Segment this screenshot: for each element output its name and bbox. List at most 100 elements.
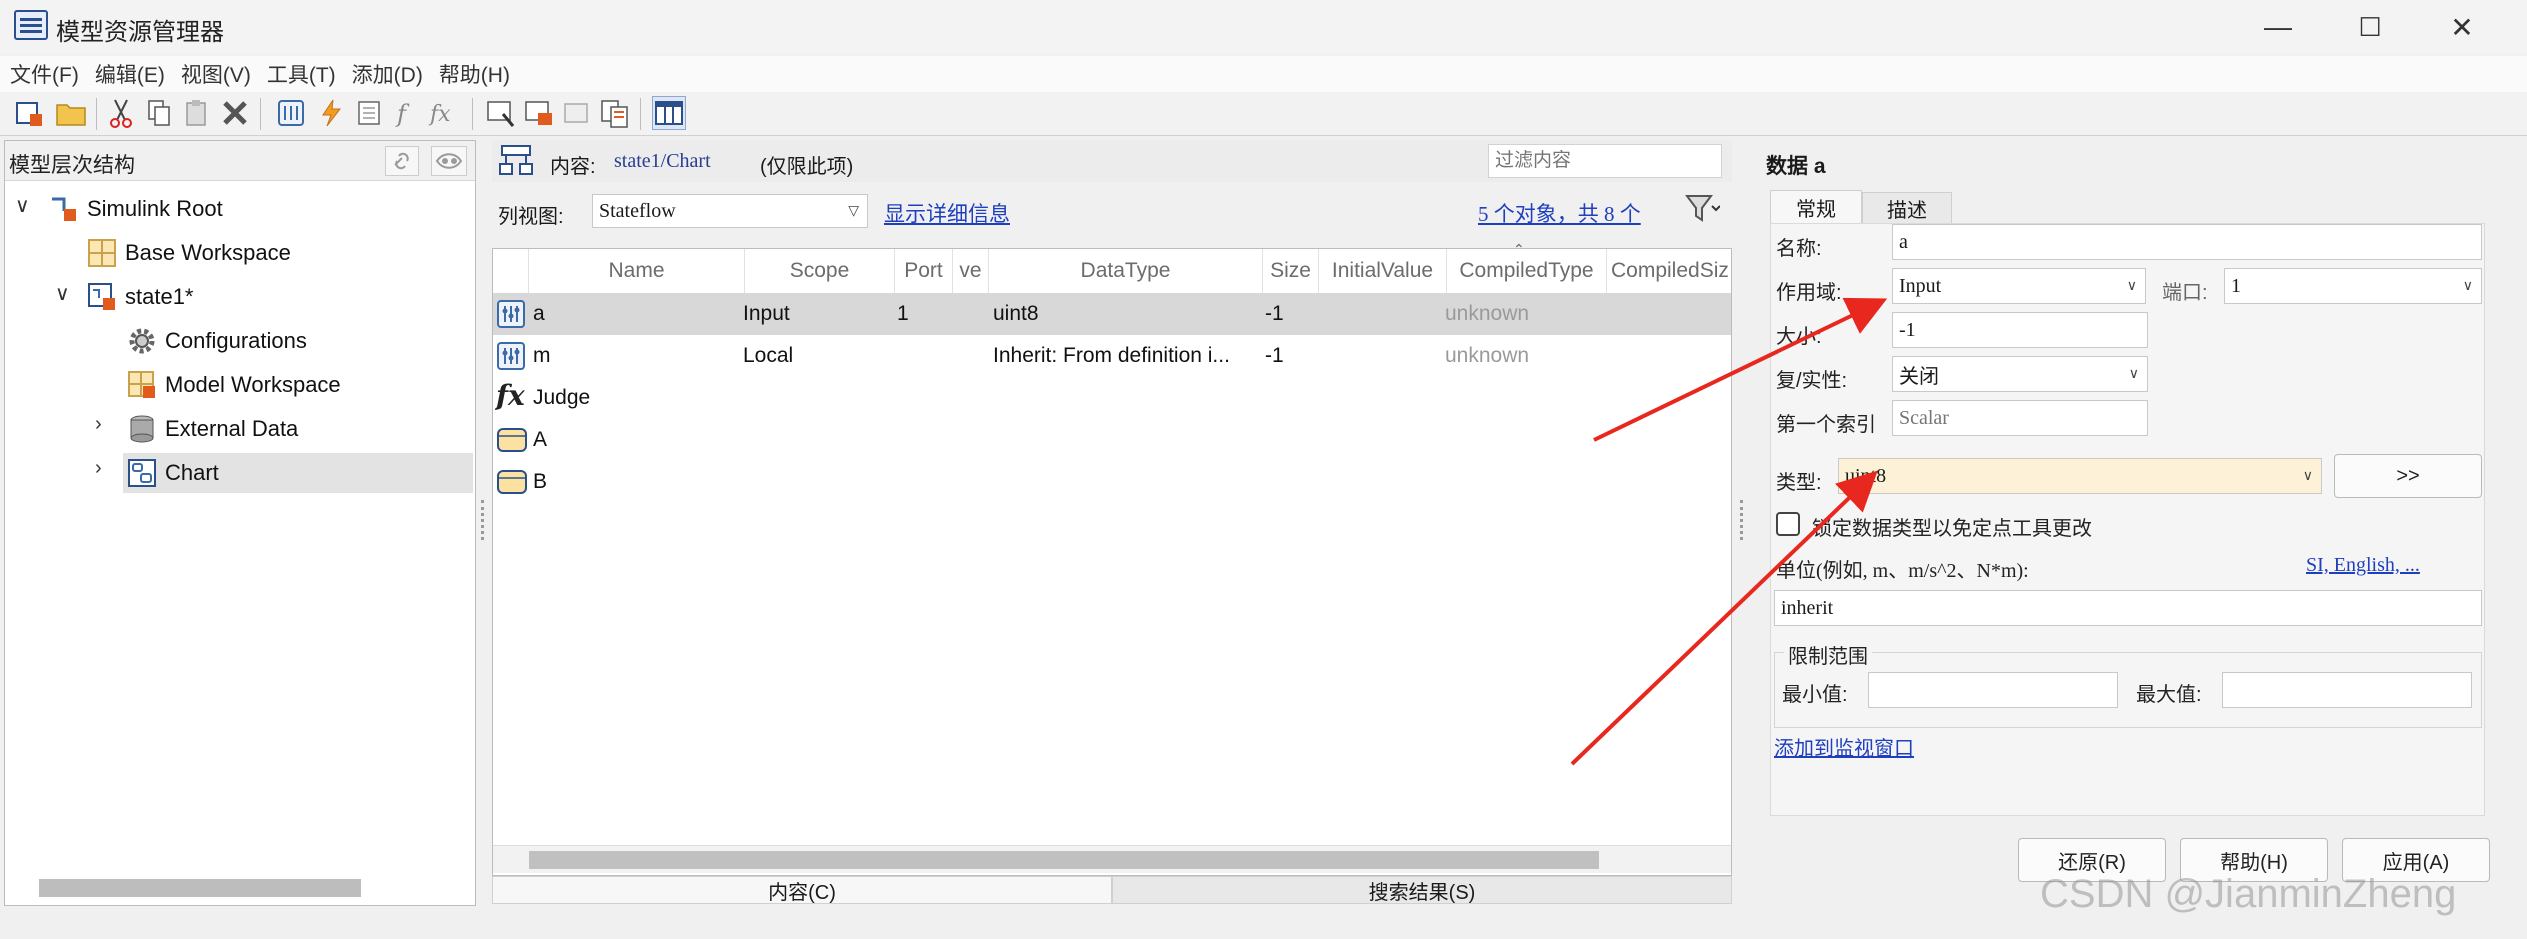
column-header-port[interactable]: Port [895,249,953,293]
column-header-scope[interactable]: Scope [745,249,895,293]
expand-chevron-icon[interactable]: ∨ [55,281,70,306]
unit-field[interactable]: inherit [1774,590,2482,626]
tree-item-label: Model Workspace [165,372,341,397]
menu-add[interactable]: 添加(D) [352,59,423,89]
sort-ascending-icon: ⌃ [1513,241,1525,257]
splitter-handle[interactable] [481,500,485,540]
tab-search-results[interactable]: 搜索结果(S) [1112,876,1732,904]
close-button[interactable]: ✕ [2438,10,2486,44]
tab-description[interactable]: 描述 [1862,192,1952,224]
name-field[interactable]: a [1892,224,2482,260]
menu-help[interactable]: 帮助(H) [439,59,510,89]
show-type-assistant-button[interactable]: >> [2334,454,2482,498]
svg-text:fx: fx [428,102,451,127]
type-value: uint8 [1845,464,1887,487]
cell-initial-value [1321,335,1441,377]
tree-item-external-data[interactable]: External Data [127,409,467,449]
menu-edit[interactable]: 编辑(E) [95,59,165,89]
port-select[interactable]: 1 ∨ [2224,268,2482,304]
tab-general[interactable]: 常规 [1770,190,1862,224]
splitter-handle[interactable] [1740,500,1744,540]
collapse-chevron-icon[interactable]: › [95,457,102,480]
lock-type-checkbox[interactable] [1776,512,1800,536]
column-header-initial-value[interactable]: InitialValue [1319,249,1447,293]
column-header-size[interactable]: Size [1263,249,1319,293]
view-mask-icon[interactable] [431,146,467,176]
column-view-icon[interactable] [652,96,686,130]
first-index-label: 第一个索引 [1776,414,1876,436]
tree-item-simulink-root[interactable]: Simulink Root [49,189,469,229]
min-field[interactable] [1868,672,2118,708]
column-header-resolve[interactable]: ve [953,249,989,293]
add-data-icon[interactable] [274,96,308,130]
link-icon[interactable] [385,146,419,176]
tree-item-chart[interactable]: Chart [123,453,473,493]
show-details-link[interactable]: 显示详细信息 [884,198,1010,228]
horizontal-scrollbar[interactable] [39,879,361,897]
tree-item-configurations[interactable]: Configurations [127,321,467,361]
menu-view[interactable]: 视图(V) [181,59,251,89]
tab-content[interactable]: 内容(C) [492,876,1112,904]
column-header-icon [493,249,529,293]
paste-icon[interactable] [180,96,214,130]
cut-icon[interactable] [104,96,138,130]
hierarchy-icon [498,142,534,184]
content-scope-note: (仅限此项) [760,156,854,178]
content-label: 内容: [550,156,596,178]
complexity-select[interactable]: 关闭 ∨ [1892,356,2148,392]
tree-item-label: Simulink Root [87,196,223,221]
object-count-link[interactable]: 5 个对象，共 8 个 [1478,198,1641,228]
horizontal-scrollbar-thumb[interactable] [529,851,1599,869]
disabled-tool-icon[interactable] [560,96,594,130]
model-icon [87,282,117,312]
max-field[interactable] [2222,672,2472,708]
new-model-icon[interactable] [12,96,46,130]
column-header-datatype[interactable]: DataType [989,249,1263,293]
menu-tools[interactable]: 工具(T) [267,59,336,89]
collapse-chevron-icon[interactable]: › [95,413,102,436]
cell-size: -1 [1265,344,1284,367]
tree-item-base-workspace[interactable]: Base Workspace [87,233,467,273]
add-event-icon[interactable] [314,96,348,130]
model-settings-icon[interactable] [522,96,556,130]
tree-item-label: state1* [125,284,194,309]
scope-select[interactable]: Input ∨ [1892,268,2146,304]
cell-name: a [533,302,545,325]
copy-icon[interactable] [142,96,176,130]
add-function-icon[interactable]: f [390,96,424,130]
column-view-select[interactable]: Stateflow ▽ [592,194,868,228]
delete-icon[interactable] [218,96,252,130]
tree-item-model-workspace[interactable]: Model Workspace [127,365,467,405]
minimize-button[interactable]: — [2254,10,2302,44]
column-header-compiled-type[interactable]: CompiledType [1447,249,1607,293]
model-properties-icon[interactable] [484,96,518,130]
filter-funnel-icon[interactable] [1684,192,1721,232]
menu-file[interactable]: 文件(F) [10,59,79,89]
open-folder-icon[interactable] [54,96,88,130]
unit-systems-link[interactable]: SI, English, ... [2306,554,2420,577]
cell-initial-value [1321,293,1441,335]
filter-input[interactable] [1488,144,1722,178]
column-header-name[interactable]: Name [529,249,745,293]
maximize-button[interactable]: ☐ [2346,10,2394,44]
fx-icon[interactable]: fx [428,96,462,130]
first-index-field[interactable] [1892,400,2148,436]
column-header-compiled-size[interactable]: CompiledSiz [1607,249,1731,293]
type-select[interactable]: uint8 ∨ [1838,458,2322,494]
tree-item-state1[interactable]: state1* [87,277,467,317]
data-icon [496,299,528,335]
expand-chevron-icon[interactable]: ∨ [15,193,30,218]
fx-function-icon: fx [494,379,531,419]
model-explorer-app-icon [14,10,48,40]
add-to-watch-link[interactable]: 添加到监视窗口 [1774,732,1914,761]
watermark: CSDN @JianminZheng [2040,872,2457,916]
compare-icon[interactable] [598,96,632,130]
size-field[interactable]: -1 [1892,312,2148,348]
min-label: 最小值: [1782,684,1848,706]
add-message-icon[interactable] [352,96,386,130]
data-icon [496,341,528,377]
contents-table: Name Scope Port ve DataType Size Initial… [492,241,1732,876]
content-path: state1/Chart [614,150,711,172]
complexity-value: 关闭 [1899,365,1939,388]
model-workspace-icon [127,370,157,400]
